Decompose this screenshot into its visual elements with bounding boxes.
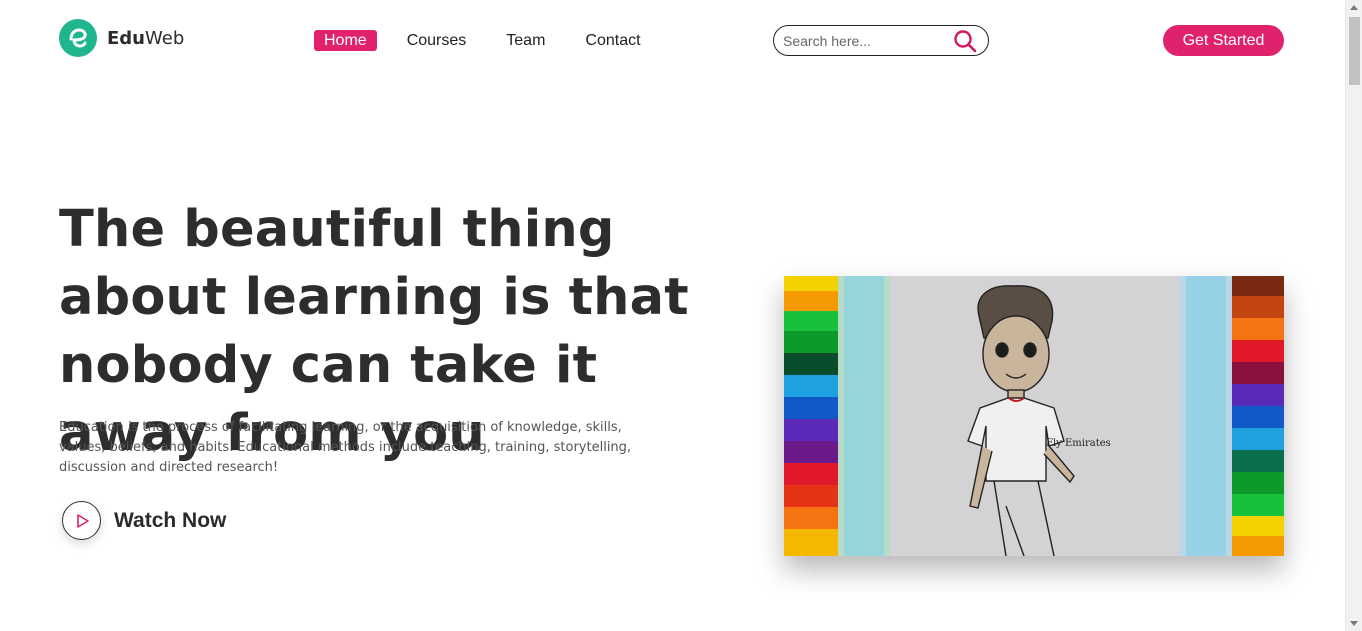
watch-now-button[interactable]: Watch Now [62,501,226,540]
brand-name-regular: Web [145,27,185,49]
get-started-button[interactable]: Get Started [1163,25,1284,56]
nav-item-courses[interactable]: Courses [397,30,477,51]
scroll-down-arrow-icon[interactable] [1350,621,1358,626]
brand-name-bold: Edu [107,27,145,49]
hero-image: Fly Emirates [784,276,1284,556]
watch-now-label: Watch Now [114,508,227,532]
play-icon [76,513,89,528]
left-pencils [784,276,890,556]
nav-item-team[interactable]: Team [496,30,555,51]
jersey-text: Fly Emirates [1046,438,1111,449]
page-scrollbar[interactable] [1345,0,1362,631]
scroll-thumb[interactable] [1349,17,1360,85]
brand-name: EduWeb [107,28,184,49]
nav-item-home[interactable]: Home [314,30,377,51]
right-pencils [1180,276,1284,556]
search-box [773,25,989,56]
scroll-up-arrow-icon[interactable] [1350,5,1358,10]
search-input[interactable] [783,29,948,52]
search-icon[interactable] [953,29,977,53]
cartoon-drawing-illustration: Fly Emirates [784,276,1284,556]
edu-e-logo-icon [59,19,97,57]
nav-item-contact[interactable]: Contact [575,30,650,51]
brand-logo[interactable]: EduWeb [59,19,184,57]
play-button[interactable] [62,501,101,540]
hero-description: Education is the process of facilitating… [59,420,632,475]
main-nav: Home Courses Team Contact [314,30,661,51]
